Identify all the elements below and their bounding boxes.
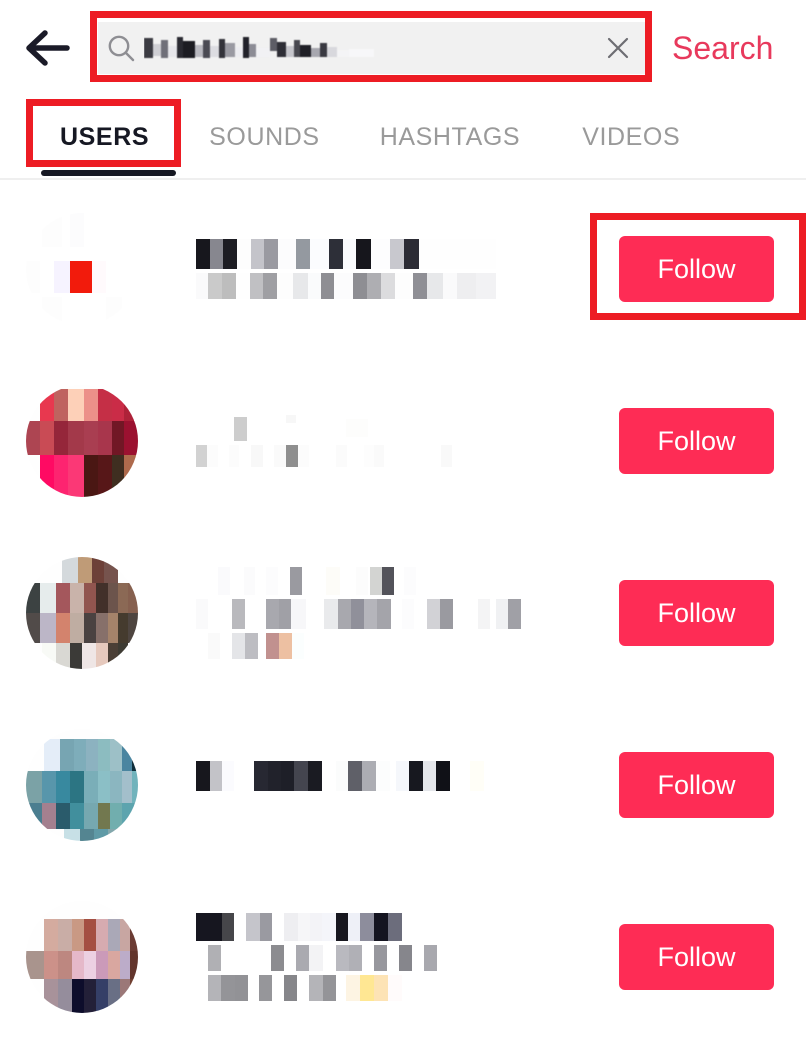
redacted-handle-4 [196, 795, 496, 809]
table-row[interactable]: Follow [0, 183, 806, 355]
redacted-handle-3 [196, 599, 536, 629]
user-info-1 [196, 213, 619, 325]
user-info-5 [196, 901, 619, 1013]
follow-button-row-4[interactable]: Follow [619, 752, 774, 818]
redacted-username-2 [196, 415, 496, 441]
user-info-4 [196, 729, 619, 841]
user-info-3 [196, 557, 619, 669]
user-info-2 [196, 385, 619, 497]
tab-hashtags[interactable]: HASHTAGS [380, 123, 520, 152]
redacted-meta-3 [196, 633, 396, 659]
active-tab-indicator [41, 170, 176, 176]
table-row[interactable]: Follow [0, 699, 806, 871]
user-avatar-3[interactable] [26, 557, 138, 669]
back-button[interactable] [0, 0, 96, 96]
tab-sounds[interactable]: SOUNDS [209, 123, 320, 152]
redacted-username-5 [196, 913, 496, 941]
user-results-list: Follow Follow Follow Follow Follow [0, 183, 806, 1043]
search-icon [98, 33, 144, 63]
tab-users[interactable]: USERS [60, 123, 149, 152]
tabs-divider [0, 178, 806, 180]
redacted-handle-1 [196, 273, 496, 299]
user-avatar-5[interactable] [26, 901, 138, 1013]
redacted-username-3 [196, 567, 536, 595]
arrow-left-icon [25, 30, 71, 66]
redacted-handle-2 [196, 445, 452, 467]
search-category-tabs: USERS SOUNDS HASHTAGS VIDEOS [0, 96, 806, 179]
tab-videos[interactable]: VIDEOS [582, 123, 680, 152]
redacted-handle-5 [196, 945, 496, 971]
top-search-bar: Search [0, 0, 806, 96]
redacted-username-1 [196, 239, 496, 269]
search-input[interactable] [98, 22, 646, 74]
follow-button-row-2[interactable]: Follow [619, 408, 774, 474]
table-row[interactable]: Follow [0, 871, 806, 1043]
search-submit-button[interactable]: Search [672, 30, 773, 67]
redacted-search-query [144, 37, 374, 58]
user-avatar-4[interactable] [26, 729, 138, 841]
user-avatar-1[interactable] [26, 213, 138, 325]
close-x-icon [607, 37, 629, 59]
redacted-meta-5 [196, 975, 436, 1001]
table-row[interactable]: Follow [0, 527, 806, 699]
follow-button-row-1[interactable]: Follow [619, 236, 774, 302]
search-query-text[interactable] [144, 22, 590, 74]
follow-button-row-3[interactable]: Follow [619, 580, 774, 646]
user-avatar-2[interactable] [26, 385, 138, 497]
table-row[interactable]: Follow [0, 355, 806, 527]
redacted-username-4 [196, 761, 496, 791]
clear-search-button[interactable] [590, 35, 646, 61]
follow-button-row-5[interactable]: Follow [619, 924, 774, 990]
